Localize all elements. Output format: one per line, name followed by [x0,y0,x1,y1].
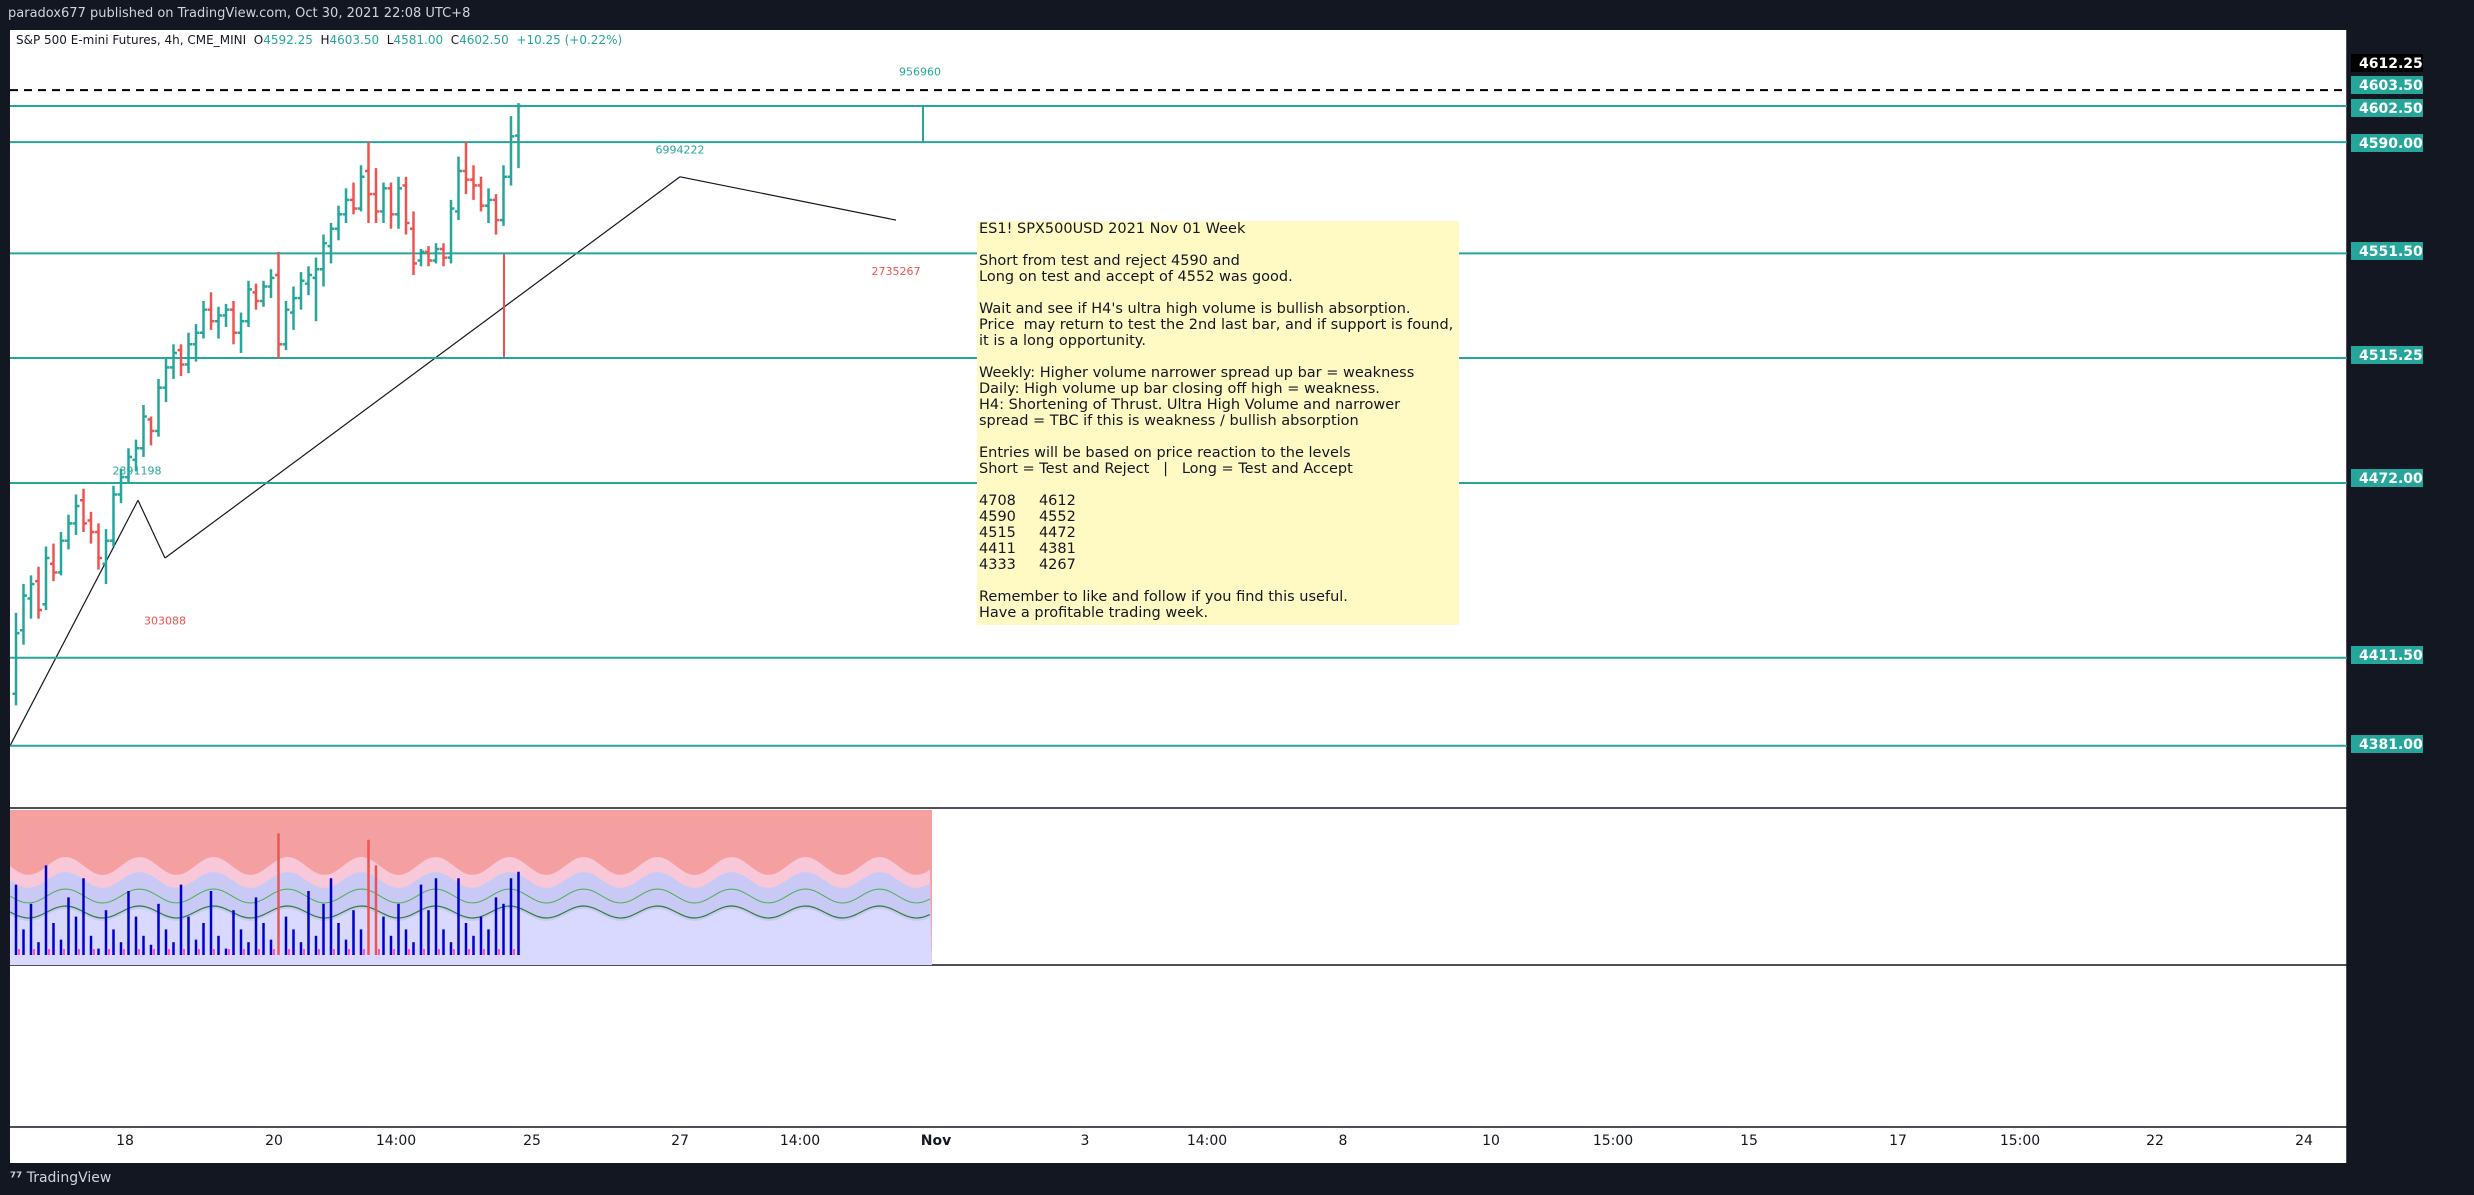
time-axis-tick: 14:00 [780,1133,820,1149]
time-axis-tick: 22 [2146,1133,2164,1149]
tradingview-logo[interactable]: ⁷⁷ TradingView [10,1170,111,1186]
footer-brand: TradingView [26,1170,112,1186]
volume-annotation: 2391198 [113,464,162,477]
time-axis-tick: 14:00 [1187,1133,1227,1149]
change-value: +10.25 (+0.22%) [516,33,623,47]
trend-line[interactable] [164,176,681,559]
tv-logo-icon: ⁷⁷ [10,1170,23,1186]
note-paragraph-3: Weekly: Higher volume narrower spread up… [979,365,1415,429]
open-label: O [253,33,264,47]
time-axis-tick: 14:00 [376,1133,416,1149]
price-axis-tick: 4540.00 [2362,280,2420,296]
time-axis-tick: 25 [523,1133,541,1149]
price-axis-tick: 4440.00 [2362,568,2420,584]
trend-line[interactable] [137,500,166,559]
time-axis-tick: 17 [1889,1133,1907,1149]
price-label-text: 4381.00 [2359,737,2423,753]
time-axis-tick: 10 [1482,1133,1500,1149]
close-value: 4602.50 [459,33,509,47]
analysis-note[interactable]: ES1! SPX500USD 2021 Nov 01 Week Short fr… [977,221,1459,625]
lower-axis-tick: 10000000.00 [2362,1046,2456,1062]
price-axis-tick: 4500.00 [2362,395,2420,411]
trend-line[interactable] [679,176,897,221]
high-label: H [320,33,330,47]
volume-annotation: 303088 [144,614,186,627]
price-axis-tick: 4560.00 [2362,222,2420,238]
note-paragraph-2: Wait and see if H4's ultra high volume i… [979,301,1454,349]
time-axis-tick: 24 [2295,1133,2313,1149]
time-axis-tick: 27 [671,1133,689,1149]
price-axis-tick: 4480.00 [2362,453,2420,469]
note-paragraph-4: Entries will be based on price reaction … [979,445,1353,477]
price-axis-tick: 4580.00 [2362,164,2420,180]
time-axis-tick: 15:00 [1593,1133,1633,1149]
volume-annotation: 6994222 [656,144,705,157]
note-paragraph-5: Remember to like and follow if you find … [979,589,1348,621]
symbol-ohlc-line: S&P 500 E-mini Futures, 4h, CME_MINI O45… [16,33,622,47]
price-axis-tick: 4425.00 [2362,612,2420,628]
symbol-name: S&P 500 E-mini Futures, 4h, CME_MINI [16,33,247,47]
price-label-text: 4590.00 [2359,136,2423,152]
high-value: 4603.50 [329,33,380,47]
price-label-text: 4472.00 [2359,471,2423,487]
price-axis-tick: 4460.00 [2362,511,2420,527]
price-label-text: 4411.50 [2359,648,2423,664]
price-label-text: 4551.50 [2359,244,2423,260]
price-label-text: 4603.50 [2359,78,2423,94]
volume-annotation: 2735267 [872,265,921,278]
note-paragraph-1: Short from test and reject 4590 and Long… [979,253,1293,285]
volume-axis-tick: 200K [2362,900,2399,916]
close-label: C [450,33,460,47]
time-axis-tick: 15:00 [2000,1133,2040,1149]
footer-bar: ⁷⁷ TradingView [0,1163,2474,1195]
time-axis-tick: 15 [1740,1133,1758,1149]
price-label-text: 4602.50 [2359,101,2423,117]
time-axis-tick: 20 [265,1133,283,1149]
open-value: 4592.25 [263,33,313,47]
time-axis-tick: Nov [921,1133,951,1149]
lower-axis-tick: 20000000.00 [2362,989,2456,1005]
lower-axis-tick: 0.00 [2362,1103,2393,1119]
volume-annotation: 956960 [899,66,941,79]
price-axis-tick: 4365.00 [2362,785,2420,801]
price-axis-tick: 4393.00 [2362,704,2420,720]
volume-axis-tick: 600K [2362,820,2399,836]
note-levels-table: 4708 4612 4590 4552 4515 4472 4411 4381 … [979,493,1076,573]
time-axis-tick: 8 [1339,1133,1348,1149]
price-label-text: 4612.25 [2359,56,2423,72]
time-axis-tick: 18 [116,1133,134,1149]
low-value: 4581.00 [393,33,444,47]
price-label-text: 4515.25 [2359,348,2423,364]
time-axis-tick: 3 [1081,1133,1090,1149]
trend-line[interactable] [9,499,139,747]
note-title: ES1! SPX500USD 2021 Nov 01 Week [979,221,1246,237]
